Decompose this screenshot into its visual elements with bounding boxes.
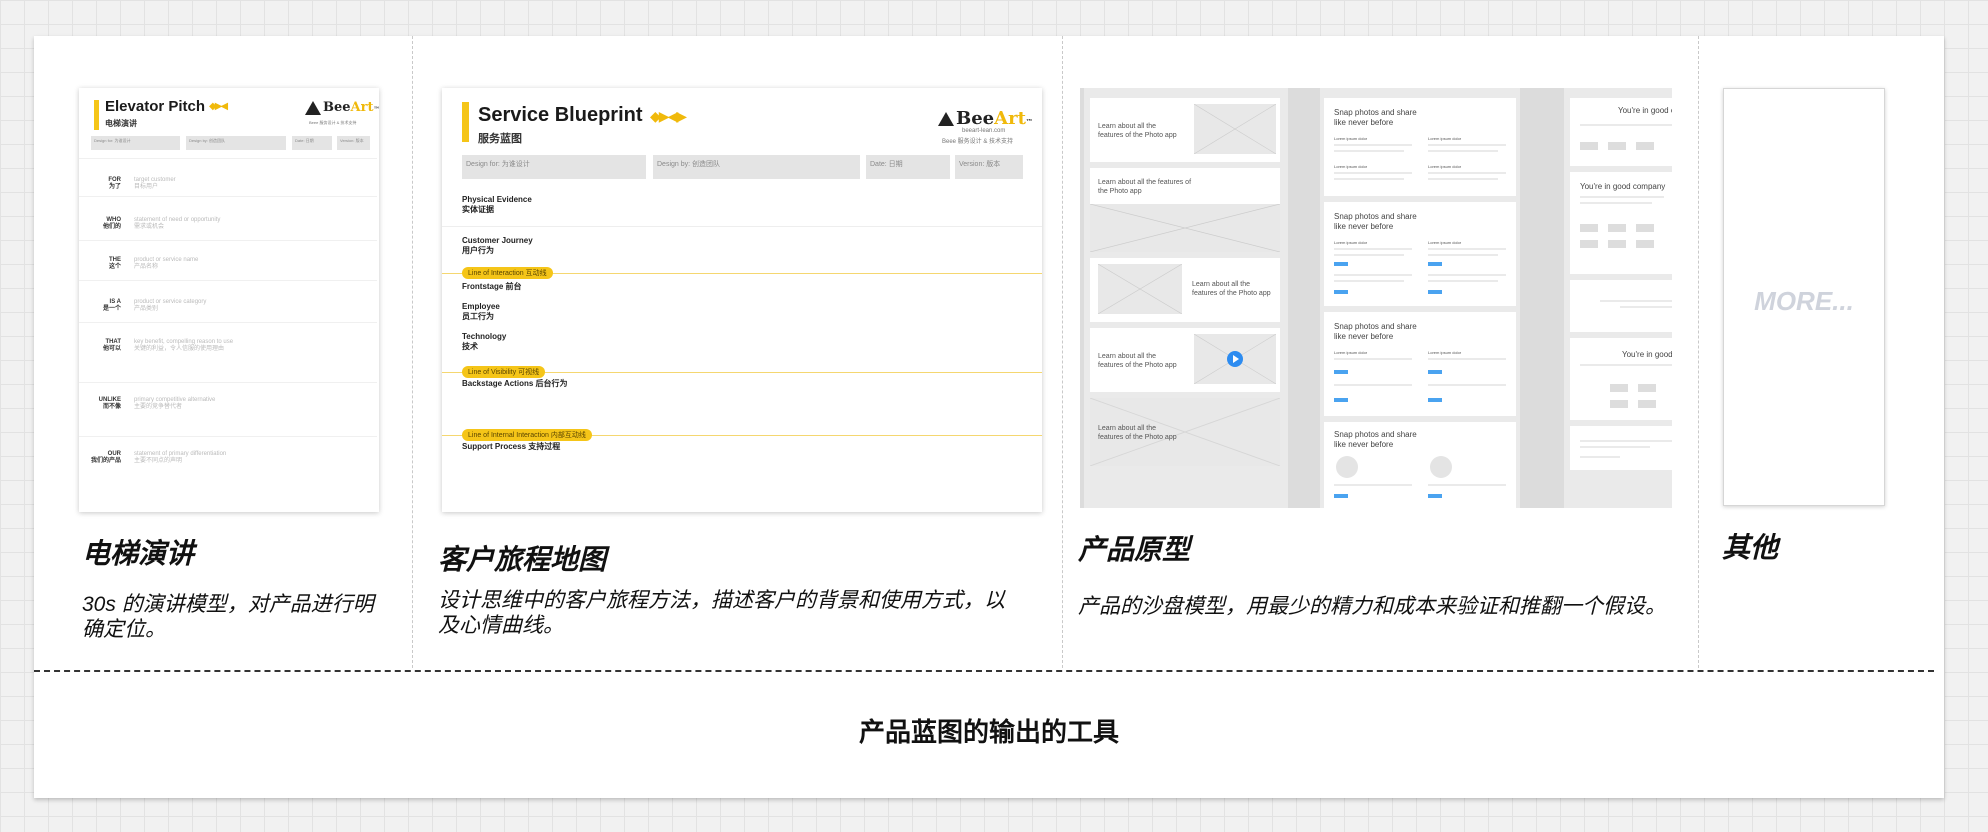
image-placeholder-icon — [1098, 264, 1182, 314]
line-of-visibility-pill: Line of Visibility 可视线 — [462, 366, 546, 378]
pitch-row-unlike: UNLIKE 而不像 primary competitive alternativ… — [79, 382, 377, 437]
arrows-icon: ◆▶◀ — [209, 101, 228, 112]
wireframe-section: Snap photos and share like never before — [1324, 422, 1516, 508]
header-design-by: Design by: 创造团队 — [653, 155, 860, 179]
column-desc-elevator-pitch: 30s 的演讲模型，对产品进行明 确定位。 — [82, 593, 374, 641]
header-version: Version: 版本 — [337, 136, 370, 150]
column-desc-prototype: 产品的沙盘模型，用最少的精力和成本来验证和推翻一个假设。 — [1078, 595, 1666, 618]
wireframe-section: You're in good company — [1570, 172, 1672, 274]
section-divider — [34, 670, 1934, 672]
pitch-row-the: THE 这个 product or service name 产品名称 — [79, 240, 377, 281]
column-title-prototype: 产品原型 — [1078, 534, 1191, 565]
wireframe-column-2: Snap photos and share like never before … — [1320, 88, 1520, 508]
arrows-icon: ◆▶◀▶ — [650, 108, 687, 124]
avatar-placeholder — [1430, 456, 1452, 478]
header-design-for: Design for: 为谁设计 — [462, 155, 646, 179]
footer-caption: 产品蓝图的输出的工具 — [858, 717, 1119, 747]
row-employee: Employee 员工行为 — [462, 302, 500, 321]
column-title-elevator-pitch: 电梯演讲 — [82, 538, 195, 569]
board: Elevator Pitch ◆▶◀ 电梯演讲 BeeArt™ Beee 服务设… — [34, 36, 1944, 798]
pitch-row-who: WHO 他们的 statement of need or opportunity 需… — [79, 196, 377, 241]
logo-site: beeart-lean.com — [962, 128, 1006, 134]
column-title-journey-map: 客户旅程地图 — [438, 544, 607, 575]
line-of-interaction-pill: Line of Interaction 互动线 — [462, 267, 553, 279]
title-accent-bar — [94, 100, 99, 130]
wireframe-column-3: You're in good co You're in good company… — [1564, 88, 1672, 508]
column-desc-journey-map: 设计思维中的客户旅程方法，描述客户的背景和使用方式，以 及心情曲线。 — [438, 589, 1005, 637]
logo-tagline: Beee 服务设计 & 技术支持 — [942, 139, 1014, 145]
wireframe-section: You're in good c — [1570, 338, 1672, 420]
column-title-others: 其他 — [1722, 532, 1779, 563]
header-design-by: Design by: 创造团队 — [186, 136, 286, 150]
service-blueprint-document[interactable]: Service Blueprint ◆▶◀▶ 服务蓝图 BeeArt™ beea… — [442, 88, 1042, 512]
avatar-placeholder — [1336, 456, 1358, 478]
header-date: Date: 日期 — [292, 136, 332, 150]
wireframe-card: Learn about all the features of the Phot… — [1090, 398, 1280, 466]
wireframe-section — [1570, 426, 1672, 470]
column-divider — [412, 36, 413, 668]
row-physical-evidence: Physical Evidence 实体证据 — [462, 195, 532, 214]
row-support-process: Support Process 支持过程 — [462, 442, 561, 451]
title-accent-bar — [462, 102, 469, 142]
document-title: Service Blueprint — [478, 104, 643, 126]
line-of-internal-interaction-pill: Line of Internal Interaction 内部互动线 — [462, 429, 592, 441]
row-frontstage: Frontstage 前台 — [462, 282, 522, 291]
elevator-pitch-document[interactable]: Elevator Pitch ◆▶◀ 电梯演讲 BeeArt™ Beee 服务设… — [79, 88, 379, 512]
wireframe-card: Learn about all the features of the Phot… — [1090, 98, 1280, 162]
wireframe-section: Snap photos and share like never before … — [1324, 202, 1516, 306]
video-placeholder — [1194, 334, 1276, 384]
row-customer-journey: Customer Journey 用户行为 — [462, 236, 533, 255]
pitch-row-our: OUR 我们的产品 statement of primary differenti… — [79, 436, 377, 507]
header-design-for: Design for: 为谁设计 — [91, 136, 180, 150]
column-divider — [1062, 36, 1063, 668]
pitch-row-that: THAT 他可以 key benefit, compelling reason t… — [79, 322, 377, 383]
more-label: MORE... — [1754, 286, 1854, 316]
logo-tagline: Beee 服务设计 & 技术支持 — [309, 120, 357, 125]
play-icon — [1227, 351, 1243, 367]
document-subtitle: 电梯演讲 — [105, 119, 137, 128]
wireframe-section: You're in good co — [1570, 98, 1672, 166]
more-placeholder-card[interactable]: MORE... — [1723, 88, 1885, 506]
wireframe-section — [1570, 280, 1672, 332]
bee-logo-icon — [938, 112, 954, 126]
column-divider — [1698, 36, 1699, 668]
pitch-row-is-a: IS A 是一个 product or service category 产品类别 — [79, 280, 377, 323]
prototype-wireframes[interactable]: Learn about all the features of the Phot… — [1080, 88, 1672, 508]
wireframe-card: Learn about all the features of the Phot… — [1090, 168, 1280, 252]
image-placeholder-icon — [1090, 204, 1280, 252]
pitch-row-for: FOR 为了 target customer 目标用户 — [79, 158, 377, 197]
wireframe-column-1: Learn about all the features of the Phot… — [1084, 88, 1288, 508]
header-date: Date: 日期 — [866, 155, 950, 179]
wireframe-card: Learn about all the features of the Phot… — [1090, 328, 1280, 392]
bee-logo-icon — [305, 100, 321, 115]
image-placeholder-icon — [1194, 104, 1276, 154]
wireframe-card: Learn about all the features of the Phot… — [1090, 258, 1280, 322]
row-backstage-actions: Backstage Actions 后台行为 — [462, 379, 568, 388]
document-subtitle: 服务蓝图 — [478, 133, 522, 145]
beeart-logo: BeeArt™ — [305, 100, 379, 115]
header-version: Version: 版本 — [955, 155, 1023, 179]
row-technology: Technology 技术 — [462, 332, 507, 351]
wireframe-section: Snap photos and share like never before … — [1324, 98, 1516, 196]
beeart-logo: BeeArt™ — [938, 108, 1033, 129]
document-title: Elevator Pitch — [105, 98, 206, 115]
wireframe-section: Snap photos and share like never before … — [1324, 312, 1516, 416]
